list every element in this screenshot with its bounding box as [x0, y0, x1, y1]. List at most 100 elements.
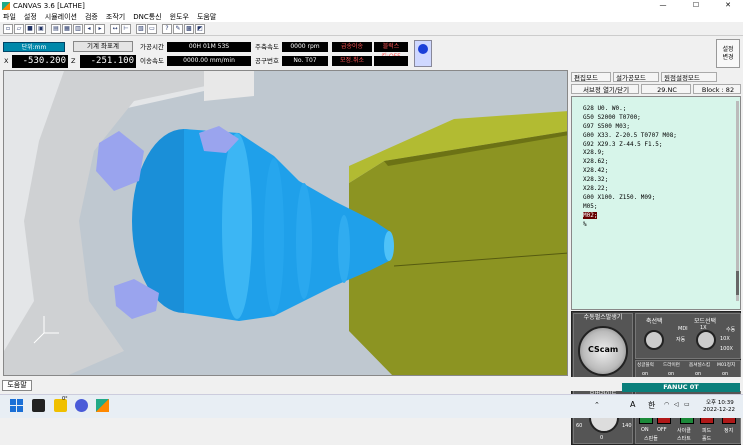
- input-lang-a[interactable]: A: [630, 400, 635, 409]
- clock-time[interactable]: 오후 10:39: [706, 398, 734, 406]
- tool-icon[interactable]: ▥: [73, 23, 83, 34]
- network-icon[interactable]: ◠: [664, 401, 669, 408]
- emergency-stop-icon: [418, 44, 428, 54]
- save-as-icon[interactable]: ▣: [36, 23, 46, 34]
- nc-code-editor[interactable]: G28 U0. W0.; G50 S2000 T0700; G97 S500 M03…: [571, 96, 741, 310]
- nc-line[interactable]: G00 X100. Z150. M09;: [572, 194, 740, 203]
- empty-status: [374, 56, 408, 66]
- back-icon[interactable]: ◂: [84, 23, 94, 34]
- menu-dnc[interactable]: DNC통신: [133, 12, 161, 22]
- setup-icon[interactable]: ▦: [62, 23, 72, 34]
- emergency-stop-button[interactable]: [414, 40, 432, 67]
- mode-select-knob[interactable]: [696, 330, 716, 350]
- menu-verify[interactable]: 검증: [85, 12, 98, 22]
- close-button[interactable]: ✕: [717, 0, 739, 11]
- print-icon[interactable]: ▤: [51, 23, 61, 34]
- nc-line[interactable]: X28.9;: [572, 149, 740, 158]
- minimize-button[interactable]: —: [652, 0, 674, 11]
- nc-line[interactable]: G92 X29.3 Z-44.5 F1.5;: [572, 141, 740, 150]
- menu-simulation[interactable]: 시뮬레이션: [45, 12, 77, 22]
- nc-line-text: M02;: [583, 211, 598, 219]
- tab-edit-mode[interactable]: 편집모드: [571, 72, 611, 82]
- new-file-icon[interactable]: ▫: [3, 23, 13, 34]
- nc-line[interactable]: G00 X33. Z-20.5 T0707 M08;: [572, 132, 740, 141]
- menu-file[interactable]: 파일: [3, 12, 16, 22]
- clock-date[interactable]: 2022-12-22: [703, 407, 735, 413]
- nc-line-text: G92 X29.3 Z-44.5 F1.5;: [583, 140, 663, 148]
- nc-line-text: X28.22;: [583, 185, 609, 193]
- nc-line[interactable]: G50 S2000 T0700;: [572, 114, 740, 123]
- mode-mdi: MDI: [678, 326, 688, 332]
- coordinate-button[interactable]: 기계 좌표계: [73, 41, 133, 52]
- axis-select-knob[interactable]: [644, 330, 664, 350]
- maximize-button[interactable]: ☐: [685, 0, 707, 11]
- save-icon[interactable]: ■: [25, 23, 35, 34]
- menu-settings[interactable]: 설정: [24, 12, 37, 22]
- nc-line[interactable]: X28.42;: [572, 167, 740, 176]
- title-bar: CANVAS 3.6 [LATHE] — ☐ ✕: [0, 0, 743, 11]
- view-icon[interactable]: ◩: [195, 23, 205, 34]
- help-button[interactable]: 도움말: [2, 380, 32, 391]
- nc-line[interactable]: G28 U0. W0.;: [572, 105, 740, 114]
- nc-line[interactable]: %: [572, 221, 740, 230]
- subprogram-toggle-button[interactable]: 서브정 열기/닫기: [571, 84, 639, 94]
- ime-indicator[interactable]: 한: [648, 400, 655, 411]
- window-title: CANVAS 3.6 [LATHE]: [13, 1, 85, 10]
- chart-icon[interactable]: ▧: [136, 23, 146, 34]
- block-count: Block : 82: [693, 84, 741, 94]
- mode-100x: 100X: [720, 346, 733, 352]
- tool-value: No. T07: [282, 56, 328, 66]
- unit-label: 단위:mm: [3, 42, 65, 52]
- x-position-value: -530.200: [12, 55, 68, 68]
- machining-time-label: 가공시간: [140, 43, 164, 51]
- nc-line-text: G00 X33. Z-20.5 T0707 M08;: [583, 131, 677, 139]
- nc-line[interactable]: X28.62;: [572, 158, 740, 167]
- z-axis-label: Z: [71, 57, 76, 65]
- nc-line[interactable]: M02;: [572, 211, 740, 221]
- battery-icon[interactable]: ▭: [684, 401, 690, 408]
- part-shoulder: [222, 133, 252, 319]
- nc-line-text: X28.9;: [583, 149, 605, 157]
- coolant-status: 급송이송: [332, 42, 372, 52]
- speaker-icon[interactable]: ◁: [674, 401, 679, 408]
- stop-label: 정지: [724, 428, 734, 434]
- tab-machining-mode[interactable]: 설가공모드: [613, 72, 659, 82]
- nc-scrollbar-thumb[interactable]: [736, 271, 739, 295]
- help-icon[interactable]: ?: [162, 23, 172, 34]
- nc-line[interactable]: X28.22;: [572, 185, 740, 194]
- chevron-up-icon[interactable]: ⌃: [594, 401, 600, 409]
- feed-value: 0000.00 mm/min: [167, 56, 251, 66]
- tab-origin-mode[interactable]: 원점설정모드: [661, 72, 717, 82]
- open-folder-icon[interactable]: ▱: [14, 23, 24, 34]
- single-block-label: 싱글블럭: [637, 363, 654, 368]
- taskbar: 0° ⌃ A 한 ◠ ◁ ▭ 오후 10:39 2022-12-22: [0, 394, 743, 418]
- measure-icon[interactable]: ↔: [110, 23, 120, 34]
- app-icon: [2, 1, 10, 10]
- nc-scrollbar[interactable]: [736, 101, 739, 301]
- ruler-icon[interactable]: ⊢: [121, 23, 131, 34]
- handwheel[interactable]: CScam: [578, 326, 628, 376]
- forward-icon[interactable]: ▸: [95, 23, 105, 34]
- edit-icon[interactable]: ✎: [173, 23, 183, 34]
- controller-label: FANUC 0T: [622, 383, 740, 392]
- nc-line-text: G28 U0. W0.;: [583, 105, 627, 112]
- optional-skip-label: 옵셔널스킵: [689, 363, 711, 368]
- nc-line[interactable]: X28.32;: [572, 176, 740, 185]
- menu-operator[interactable]: 조작기: [106, 12, 125, 22]
- menu-help[interactable]: 도움말: [197, 12, 216, 22]
- nc-line-text: G00 X100. Z150. M09;: [583, 193, 656, 201]
- canvas-app-icon[interactable]: [96, 399, 109, 412]
- nc-line[interactable]: M05;: [572, 203, 740, 212]
- chat-icon[interactable]: [75, 399, 88, 412]
- settings-change-button[interactable]: 설정 변경: [716, 39, 740, 68]
- simulation-viewport[interactable]: [3, 70, 568, 376]
- spindle-on-label: ON: [641, 427, 649, 433]
- menu-window[interactable]: 윈도우: [170, 12, 189, 22]
- windows-start-icon[interactable]: [10, 399, 23, 412]
- part-neck: [338, 215, 350, 283]
- nc-line[interactable]: G97 S500 M03;: [572, 123, 740, 132]
- grid-icon[interactable]: ▩: [184, 23, 194, 34]
- task-view-icon[interactable]: [32, 399, 45, 412]
- monitor-icon[interactable]: ▭: [147, 23, 157, 34]
- nc-line-text: %: [583, 220, 587, 228]
